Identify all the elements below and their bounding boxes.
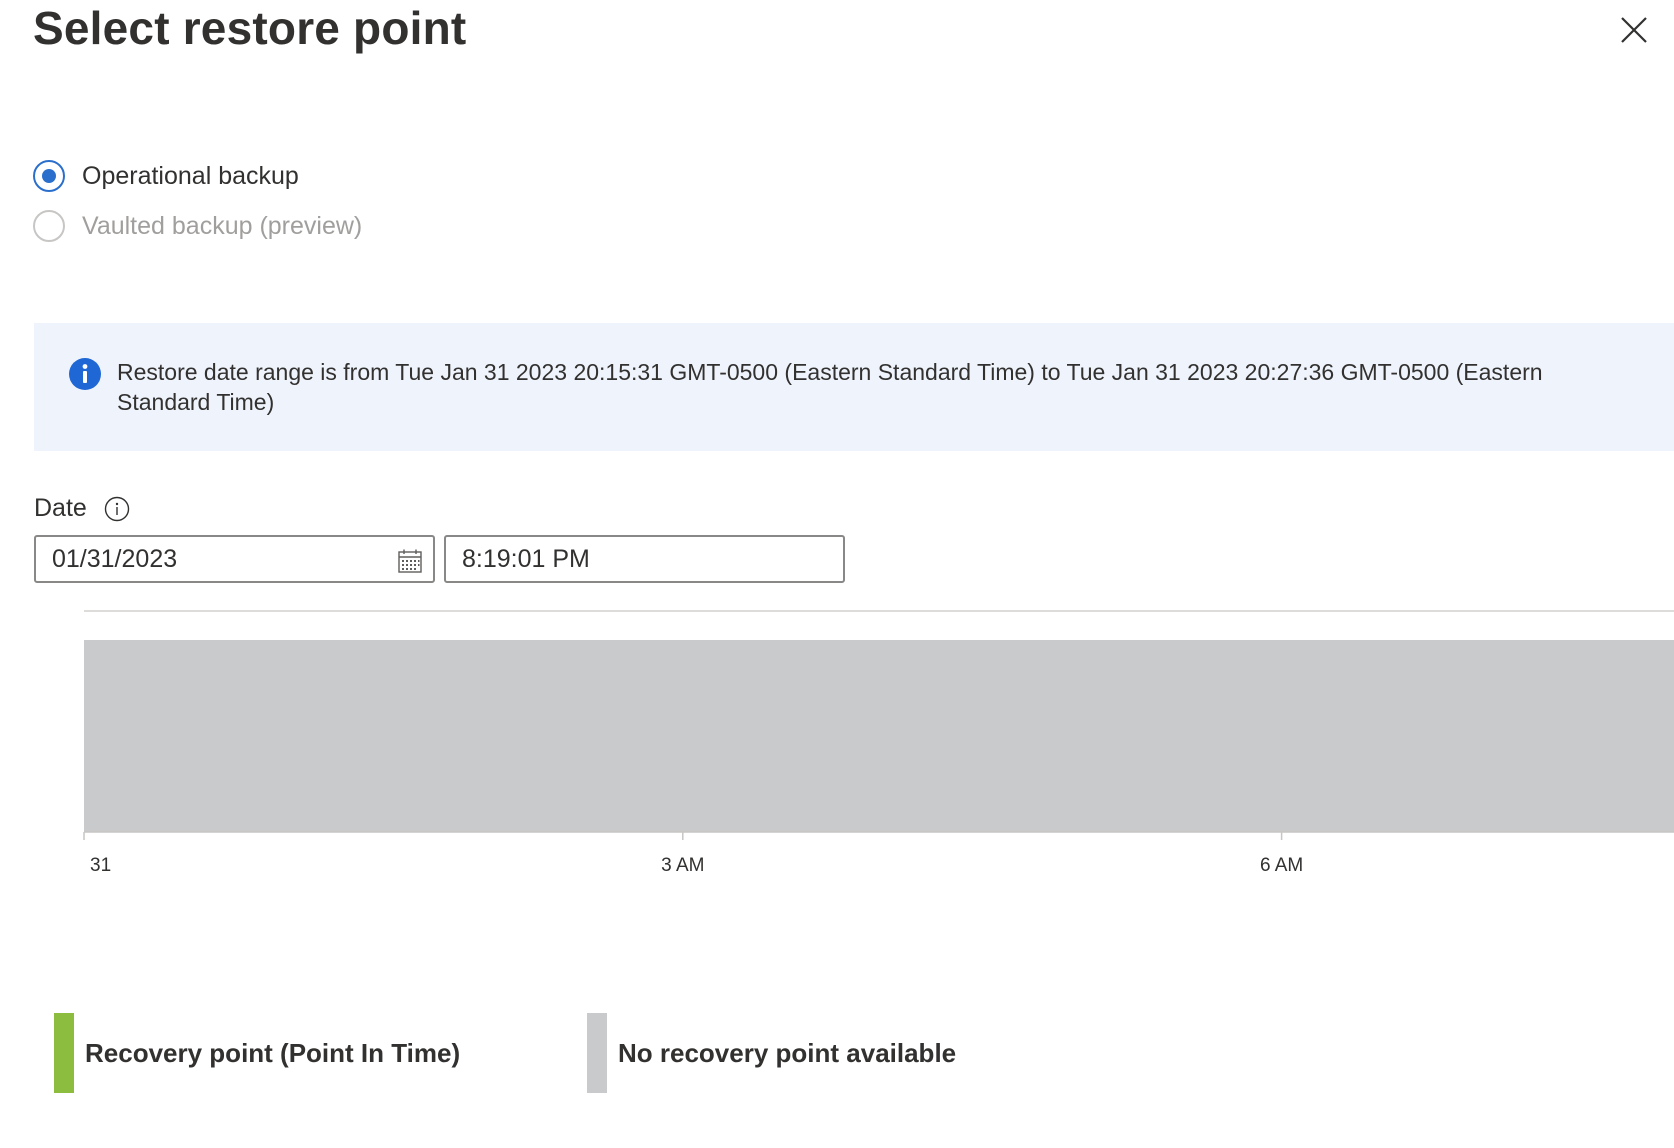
time-input[interactable] — [462, 544, 762, 574]
date-input[interactable] — [52, 544, 352, 574]
radio-vaulted-backup[interactable]: Vaulted backup (preview) — [33, 206, 362, 246]
calendar-icon[interactable] — [397, 548, 423, 574]
info-banner: Restore date range is from Tue Jan 31 20… — [34, 323, 1674, 451]
radio-label-vaulted: Vaulted backup (preview) — [82, 211, 363, 240]
recovery-timeline-chart[interactable]: 313 AM6 AM9 AM12 PM3 PM6 PM9 PMFebruary — [0, 600, 1674, 900]
legend-swatch-recovery — [54, 1013, 74, 1093]
radio-label-operational: Operational backup — [82, 161, 299, 190]
dialog-title: Select restore point — [33, 2, 467, 54]
date-label-row: Date — [34, 494, 130, 523]
info-icon — [69, 358, 101, 390]
legend-label-recovery: Recovery point (Point In Time) — [85, 1037, 461, 1068]
legend-item-no-recovery: No recovery point available — [587, 1013, 956, 1093]
close-icon — [1621, 17, 1647, 43]
restore-point-dialog: Select restore point Operational backup … — [0, 0, 1674, 1148]
legend-item-recovery: Recovery point (Point In Time) — [54, 1013, 460, 1093]
info-outline-icon[interactable] — [104, 496, 130, 522]
date-label: Date — [34, 494, 87, 522]
x-axis-tick-label: 3 AM — [661, 855, 704, 876]
time-input-field[interactable] — [444, 535, 845, 583]
radio-button-checked[interactable] — [33, 160, 65, 192]
x-axis-tick-label: 6 AM — [1260, 855, 1303, 876]
legend-label-no-recovery: No recovery point available — [618, 1037, 957, 1068]
radio-button-unchecked[interactable] — [33, 210, 65, 242]
date-input-field[interactable] — [34, 535, 435, 583]
no-recovery-bar — [84, 640, 1674, 832]
x-axis-tick-label: 31 — [90, 855, 111, 876]
radio-operational-backup[interactable]: Operational backup — [33, 156, 299, 196]
legend-swatch-no-recovery — [587, 1013, 607, 1093]
close-button[interactable] — [1616, 12, 1652, 48]
info-banner-text: Restore date range is from Tue Jan 31 20… — [117, 359, 1543, 415]
